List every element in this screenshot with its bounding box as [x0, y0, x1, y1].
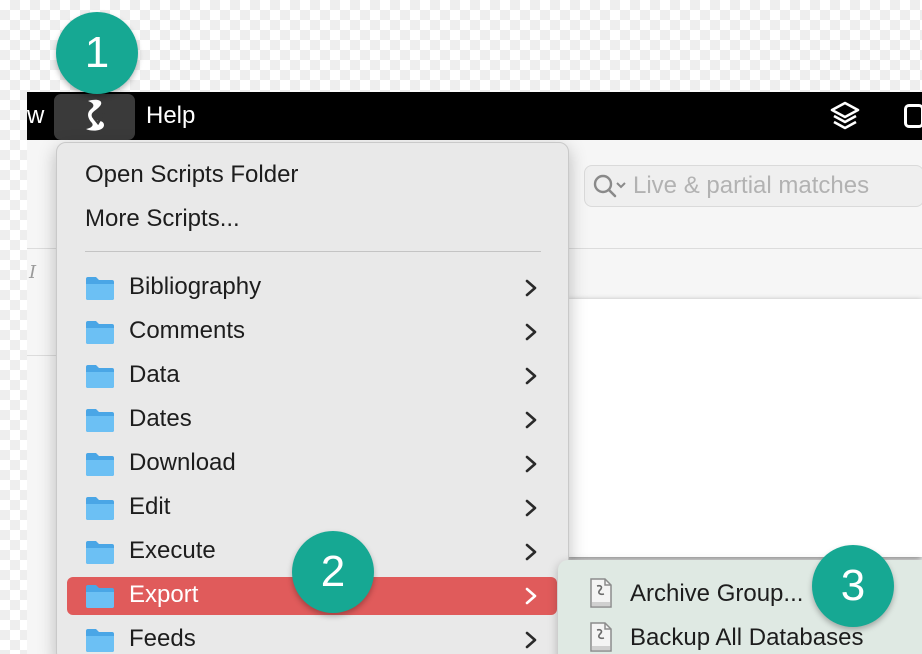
folder-icon [85, 583, 115, 614]
menu-bar-item-previous[interactable]: w [27, 100, 45, 132]
folder-icon [85, 451, 115, 482]
step-badge-1: 1 [56, 12, 138, 94]
menu-item-label: Comments [129, 317, 246, 344]
search-field[interactable] [584, 165, 922, 207]
menu-item-label: Execute [129, 537, 216, 564]
italic-icon[interactable]: I [29, 262, 36, 283]
menu-item-more-scripts[interactable]: More Scripts... [85, 204, 240, 234]
step-badge-3: 3 [812, 545, 894, 627]
script-menu-button[interactable] [54, 94, 135, 140]
menu-bar-help[interactable]: Help [146, 100, 195, 132]
chevron-right-icon [524, 322, 538, 347]
menu-item-label: Export [129, 581, 199, 608]
chevron-right-icon [524, 630, 538, 654]
menu-item-label: Download [129, 449, 236, 476]
menu-item-label: Feeds [129, 625, 196, 652]
folder-icon [85, 363, 115, 394]
chevron-right-icon [524, 410, 538, 435]
chevron-right-icon [524, 586, 538, 611]
menu-item-data[interactable]: Data [67, 357, 557, 395]
scroll-icon [82, 97, 108, 138]
menu-item-download[interactable]: Download [67, 445, 557, 483]
menu-bar: w Help [27, 92, 922, 140]
script-bundle-icon [588, 621, 614, 654]
menu-item-label: Data [129, 361, 180, 388]
submenu-item-label: Backup All Databases [630, 624, 864, 651]
chevron-right-icon [524, 278, 538, 303]
menu-separator [85, 251, 541, 252]
menu-item-edit[interactable]: Edit [67, 489, 557, 527]
menu-item-label: Edit [129, 493, 171, 520]
search-icon[interactable] [593, 173, 627, 199]
chevron-right-icon [524, 498, 538, 523]
folder-icon [85, 495, 115, 526]
layers-icon[interactable] [829, 100, 861, 137]
folder-icon [85, 319, 115, 350]
step-badge-2: 2 [292, 531, 374, 613]
search-input[interactable] [633, 172, 913, 200]
menu-item-feeds[interactable]: Feeds [67, 621, 557, 654]
menu-item-label: Dates [129, 405, 192, 432]
preview-panel [567, 299, 922, 557]
menu-item-open-scripts-folder[interactable]: Open Scripts Folder [85, 160, 298, 190]
menu-item-label: Bibliography [129, 273, 262, 300]
submenu-item-label: Archive Group... [630, 580, 804, 607]
chevron-right-icon [524, 542, 538, 567]
folder-icon [85, 539, 115, 570]
menu-item-comments[interactable]: Comments [67, 313, 557, 351]
battery-icon[interactable] [904, 104, 922, 128]
menu-item-bibliography[interactable]: Bibliography [67, 269, 557, 307]
folder-icon [85, 275, 115, 306]
folder-icon [85, 627, 115, 654]
chevron-right-icon [524, 454, 538, 479]
menu-item-dates[interactable]: Dates [67, 401, 557, 439]
chevron-right-icon [524, 366, 538, 391]
folder-icon [85, 407, 115, 438]
script-bundle-icon [588, 577, 614, 614]
